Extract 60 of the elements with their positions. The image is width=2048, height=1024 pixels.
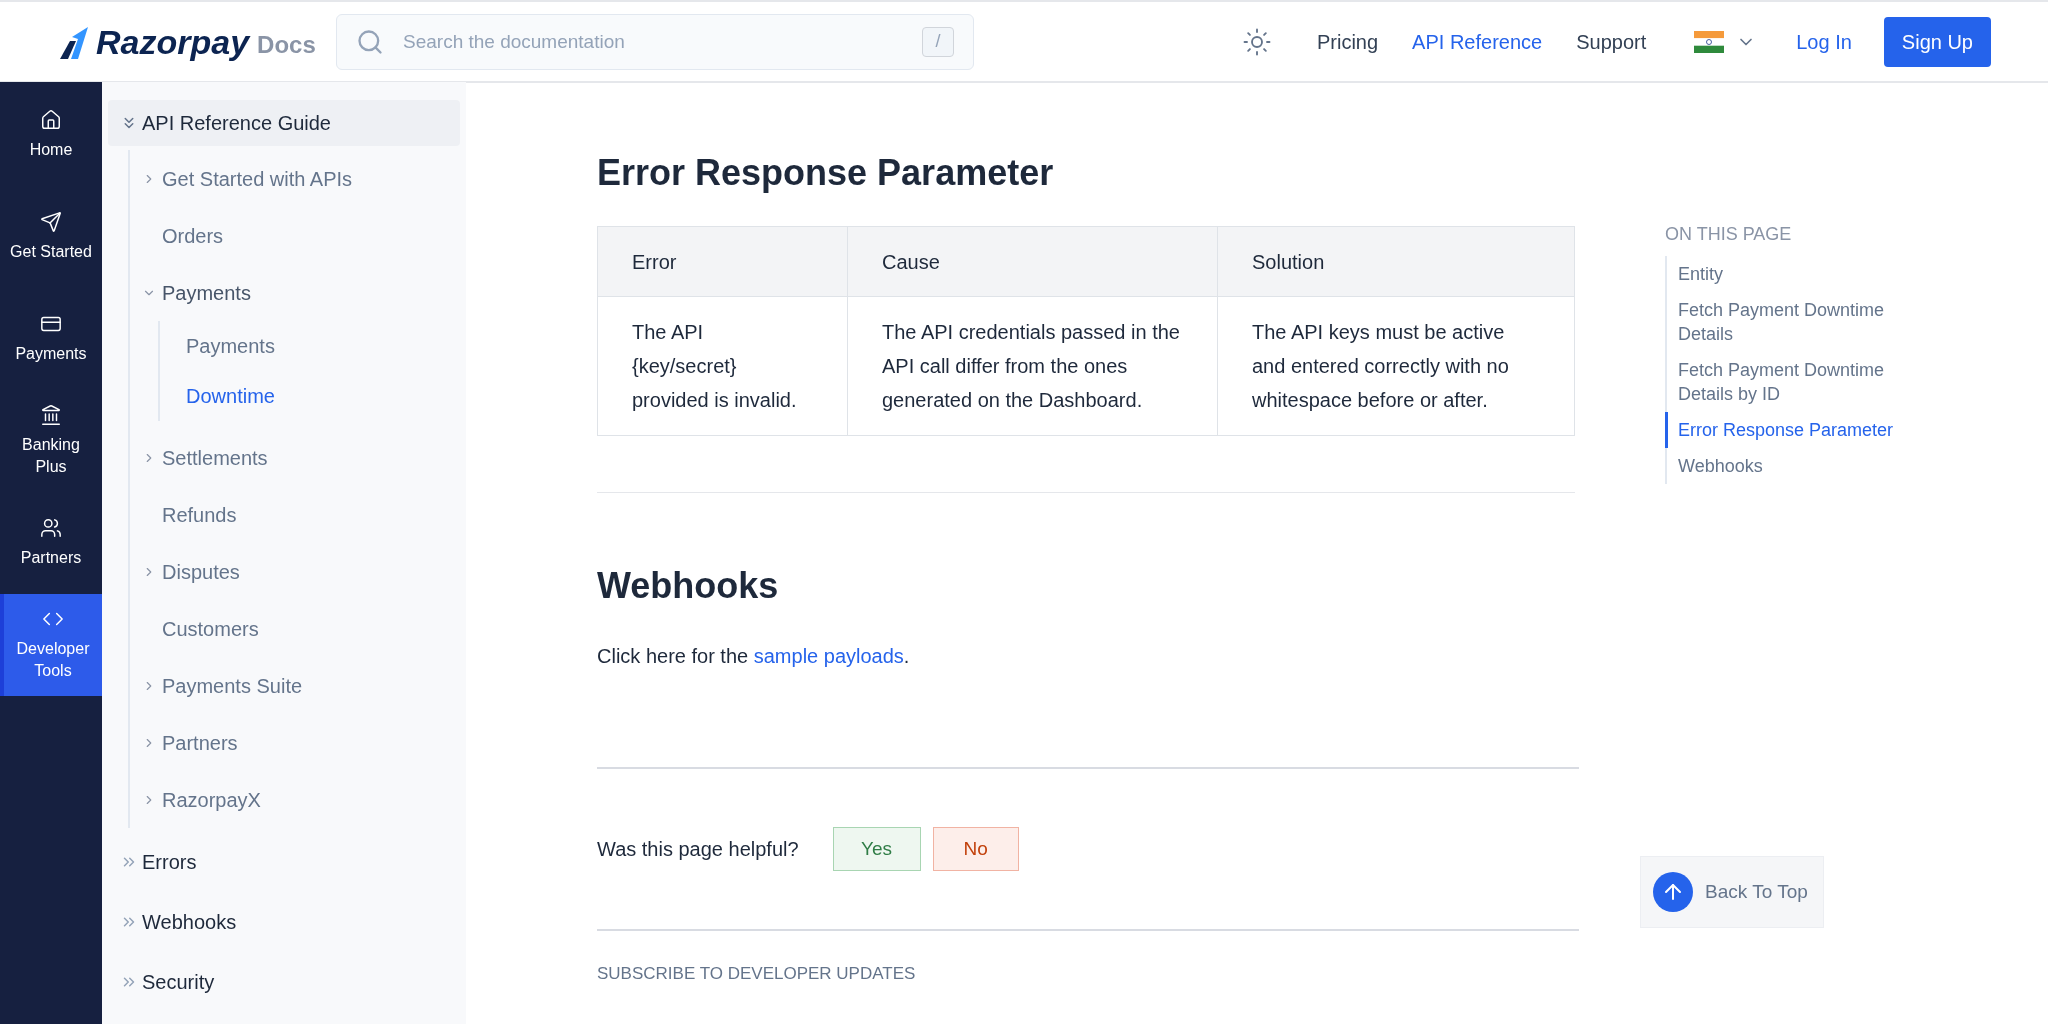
theme-toggle-icon[interactable] (1241, 26, 1272, 57)
subscribe-heading: SUBSCRIBE TO DEVELOPER UPDATES (597, 963, 917, 985)
nav-link[interactable]: Pricing (1316, 26, 1379, 57)
rail-item[interactable]: Get Started (0, 186, 102, 288)
sidebar-item[interactable]: RazorpayX (162, 784, 261, 815)
sidebar-item[interactable]: Partners (162, 727, 238, 758)
column-header: Error (597, 226, 848, 297)
toc-link[interactable]: Entity (1665, 256, 1905, 292)
toc-link[interactable]: Fetch Payment Downtime Details (1665, 292, 1905, 352)
rail-item[interactable]: Partners (0, 492, 102, 594)
signup-button[interactable]: Sign Up (1883, 16, 1991, 67)
nav-link[interactable]: Support (1576, 26, 1647, 57)
section-heading: Error Response Parameter (597, 151, 1055, 195)
logo-wordmark: Razorpay (96, 24, 250, 59)
sidebar-item[interactable]: Get Started with APIs (162, 163, 353, 194)
table-cell: The API credentials passed in the API call differ from the ones generated on the Dashboard. (847, 296, 1218, 436)
people-icon (40, 517, 62, 539)
flag-icon (1694, 30, 1725, 53)
table-cell: The API keys must be active and entered correctly with no whitespace before or after. (1217, 296, 1575, 436)
yes-button[interactable]: Yes (832, 827, 921, 871)
sidebar-subitem[interactable]: Payments (186, 331, 275, 361)
section-heading: Webhooks (597, 564, 780, 608)
toc-title: ON THIS PAGE (1665, 223, 1793, 246)
sidebar-item[interactable]: Settlements (162, 442, 268, 473)
paper-plane-icon (40, 211, 62, 233)
feedback-question: Was this page helpful? (597, 837, 799, 862)
rail-item[interactable]: Home (0, 84, 102, 186)
sidebar-item[interactable]: Disputes (162, 556, 240, 587)
no-button[interactable]: No (932, 827, 1019, 871)
sidebar-item[interactable]: Payments (162, 277, 251, 308)
arrow-up-icon (1653, 872, 1693, 912)
bank-icon (40, 404, 62, 426)
nav-link[interactable]: API Reference (1412, 26, 1543, 57)
sidebar-section[interactable]: Errors (108, 832, 460, 892)
sidebar-item[interactable]: Customers (162, 613, 259, 644)
sidebar-subitem[interactable]: Downtime (186, 381, 275, 411)
logo-icon (58, 26, 88, 59)
sidebar-item[interactable]: Orders (162, 220, 224, 251)
toc-link[interactable]: Webhooks (1665, 448, 1905, 484)
toc-link[interactable]: Fetch Payment Downtime Details by ID (1665, 352, 1905, 412)
back-to-top-button[interactable]: Back To Top (1640, 856, 1824, 928)
rail-item[interactable]: Developer Tools (0, 594, 102, 696)
sidebar-section[interactable]: Security (108, 952, 460, 1012)
paragraph: Click here for the sample payloads. (597, 644, 911, 669)
logo-docs-label: Docs (257, 32, 316, 57)
sidebar-item[interactable]: Payments Suite (162, 670, 303, 701)
column-header: Solution (1217, 226, 1575, 297)
table-cell: The API {key/secret} provided is invalid. (597, 296, 848, 436)
sidebar-section[interactable]: Webhooks (108, 892, 460, 952)
rail-item[interactable]: Payments (0, 288, 102, 390)
shortcut-key: / (922, 26, 954, 57)
search-icon (356, 27, 384, 56)
sidebar-section[interactable]: API Reference Guide (108, 100, 460, 146)
toc-link[interactable]: Error Response Parameter (1665, 412, 1905, 448)
home-icon (40, 109, 62, 131)
login-link[interactable]: Log In (1796, 26, 1852, 57)
rail-item[interactable]: Banking Plus (0, 390, 102, 492)
sample-payloads-link[interactable]: sample payloads (753, 645, 904, 667)
column-header: Cause (847, 226, 1218, 297)
sidebar-item[interactable]: Refunds (162, 499, 237, 530)
